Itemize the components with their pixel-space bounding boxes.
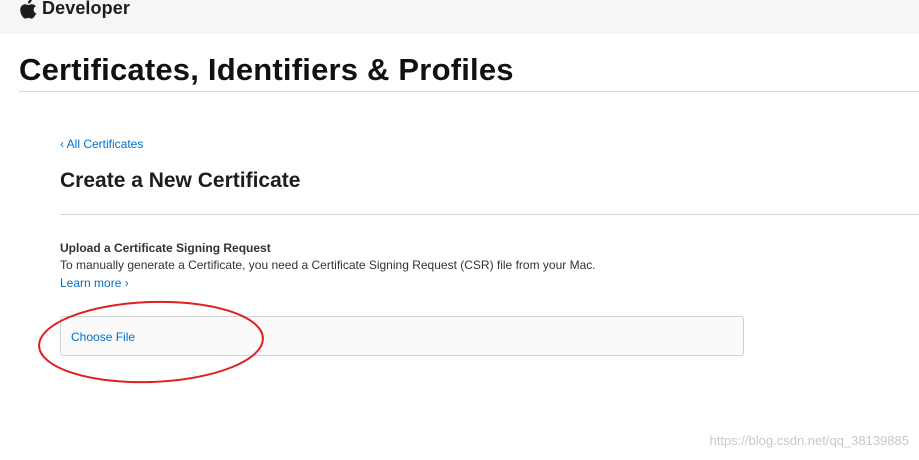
upload-csr-heading: Upload a Certificate Signing Request [60,241,271,255]
apple-logo-icon [20,0,37,19]
file-upload-field[interactable]: Choose File [60,316,744,356]
upload-csr-description: To manually generate a Certificate, you … [60,258,596,272]
section-title: Create a New Certificate [60,169,301,192]
watermark: https://blog.csdn.net/qq_38139885 [709,433,910,448]
learn-more-link[interactable]: Learn more › [60,276,129,290]
all-certificates-link[interactable]: ‹ All Certificates [60,137,143,151]
page-title: Certificates, Identifiers & Profiles [19,52,514,87]
top-nav-bar: Developer [0,0,919,34]
choose-file-button[interactable]: Choose File [71,330,135,344]
section-divider [60,214,919,215]
title-divider [19,91,919,92]
developer-brand[interactable]: Developer [20,0,130,19]
brand-name: Developer [42,0,130,18]
